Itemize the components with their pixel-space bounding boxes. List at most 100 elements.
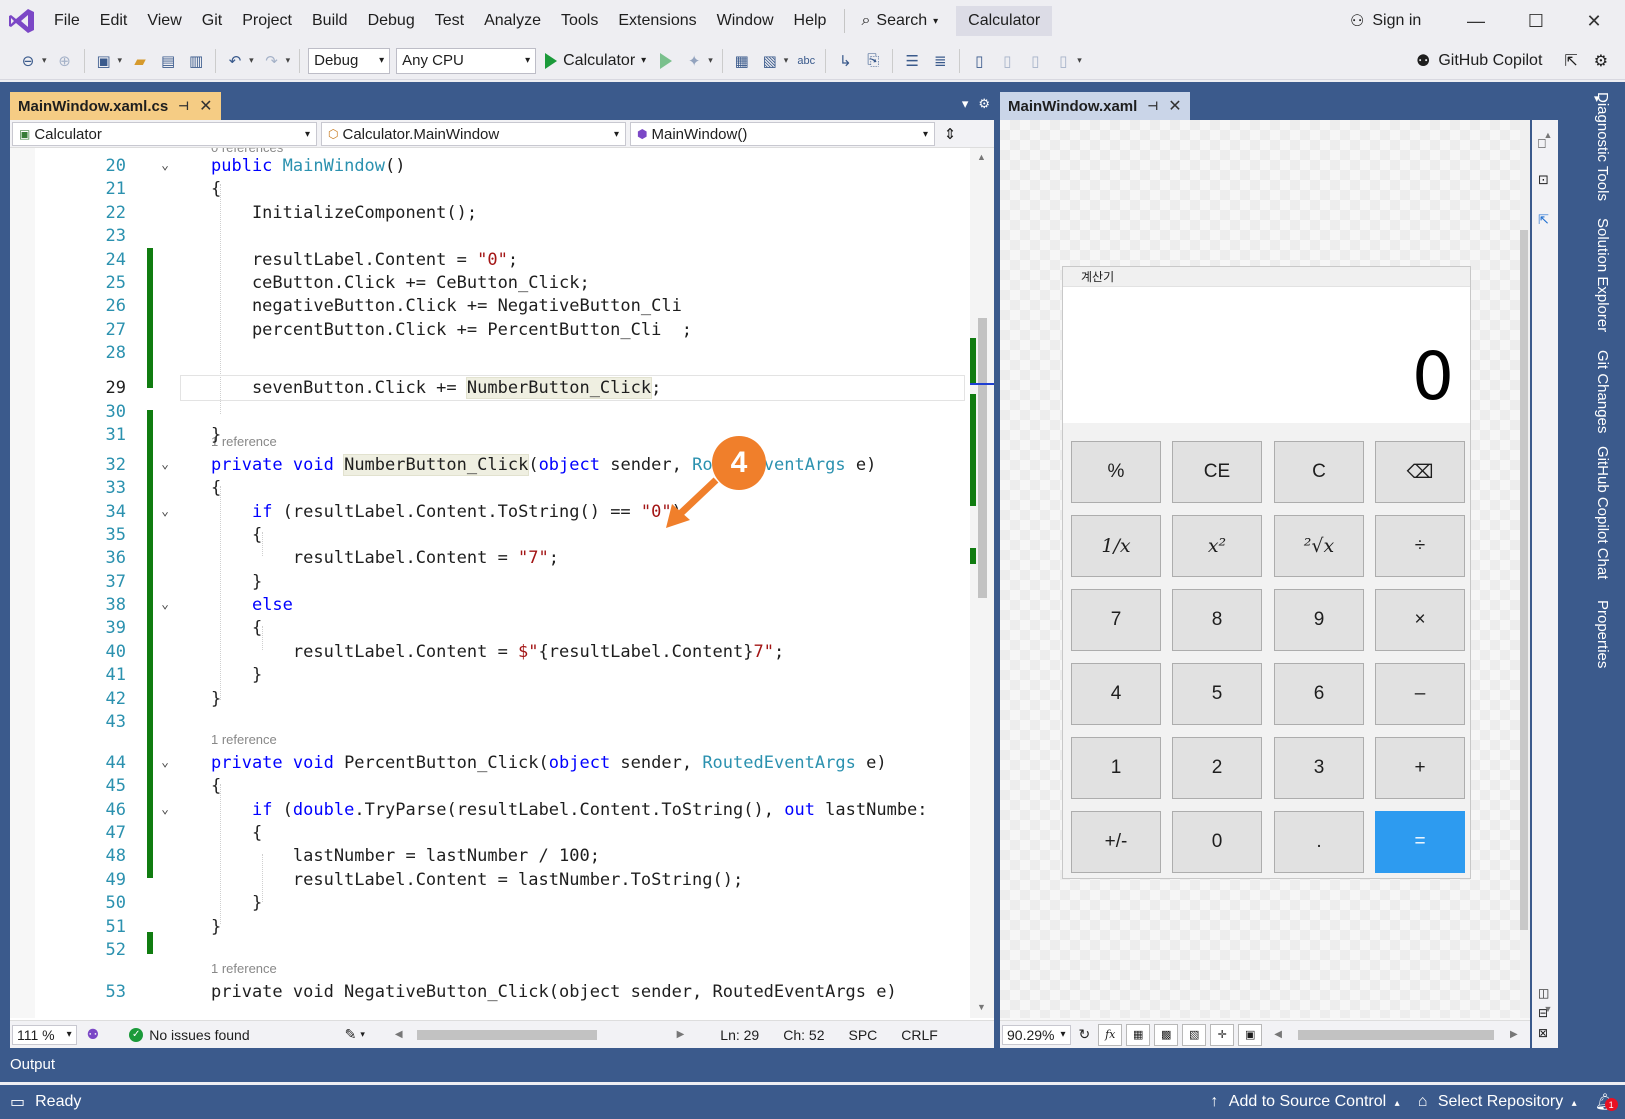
brush-icon[interactable]: ✎ xyxy=(345,1026,357,1043)
github-copilot-button[interactable]: ⚉ GitHub Copilot ⇱ ⚙ xyxy=(1416,42,1608,80)
column-indicator[interactable]: Ch: 52 xyxy=(783,1027,824,1043)
chevron-down-icon[interactable]: ▾ xyxy=(118,55,123,66)
tab-mainwindow-xaml-cs[interactable]: MainWindow.xaml.cs ⊣ ✕ xyxy=(10,92,221,120)
prev-bookmark-button[interactable]: ▯ xyxy=(993,47,1021,75)
layout-icon[interactable]: ⊡ xyxy=(1538,172,1549,188)
ce-button[interactable]: CE xyxy=(1172,441,1262,503)
collapse-icon[interactable]: ⌄ xyxy=(158,453,172,477)
solution-platform-select[interactable]: Any CPU ▾ xyxy=(396,47,537,74)
collapse-icon[interactable]: ⌄ xyxy=(158,500,172,524)
designer-scrollbar-thumb[interactable] xyxy=(1520,230,1528,930)
close-icon[interactable]: ✕ xyxy=(199,96,212,116)
gear-icon[interactable]: ⚙ xyxy=(978,96,990,112)
layout-button[interactable]: ▧ xyxy=(756,47,784,75)
chevron-down-icon[interactable]: ▾ xyxy=(1077,55,1082,66)
share-icon[interactable]: ⇱ xyxy=(1564,51,1577,71)
horizontal-scrollbar-thumb[interactable] xyxy=(416,1029,597,1040)
chevron-down-icon[interactable]: ▾ xyxy=(784,55,789,66)
tab-git-changes[interactable]: Git Changes xyxy=(1594,350,1611,433)
scroll-down-icon[interactable]: ▼ xyxy=(977,1002,986,1012)
solution-configuration-select[interactable]: Debug ▾ xyxy=(308,47,391,74)
chevron-down-icon[interactable]: ▾ xyxy=(708,55,713,66)
six-button[interactable]: 6 xyxy=(1274,663,1364,725)
menu-view[interactable]: View xyxy=(137,0,191,42)
bookmark-button[interactable]: ▯ xyxy=(965,47,993,75)
codelens-references[interactable]: 1 reference xyxy=(211,732,277,750)
square-button[interactable]: x² xyxy=(1172,515,1262,577)
forward-button[interactable]: ⊕ xyxy=(51,47,79,75)
sqrt-button[interactable]: ²√x xyxy=(1274,515,1364,577)
codelens-references[interactable]: 1 reference xyxy=(211,961,277,979)
close-window-button[interactable]: ✕ xyxy=(1565,0,1623,42)
line-indicator[interactable]: Ln: 29 xyxy=(720,1027,759,1043)
split-editor-button[interactable]: ⇕ xyxy=(937,120,963,147)
collapse-icon[interactable]: ⌄ xyxy=(158,593,172,617)
search-button[interactable]: ⌕ Search ▾ xyxy=(853,12,946,30)
scroll-left-icon[interactable]: ◀ xyxy=(395,1029,403,1040)
pin-icon[interactable]: ⊣ xyxy=(1147,99,1158,113)
editor-vertical-scrollbar[interactable]: ▲ ▼ xyxy=(970,148,994,1018)
popout-icon[interactable]: ⇱ xyxy=(1538,212,1549,228)
snap-lines-toggle[interactable]: ✛ xyxy=(1210,1023,1235,1046)
spell-check-button[interactable]: abc xyxy=(792,47,820,75)
save-button[interactable]: ▤ xyxy=(154,47,182,75)
zero-button[interactable]: 0 xyxy=(1172,811,1262,873)
scroll-up-icon[interactable]: ▲ xyxy=(977,152,986,162)
maximize-button[interactable]: ☐ xyxy=(1507,0,1565,42)
scrollbar-thumb[interactable] xyxy=(978,318,987,598)
step-button[interactable]: ↳ xyxy=(831,47,859,75)
close-icon[interactable]: ✕ xyxy=(1168,96,1181,116)
notifications-button[interactable]: 🔔︎ 1 xyxy=(1595,1092,1618,1112)
find-button[interactable]: ⎘ xyxy=(859,47,887,75)
comment-button[interactable]: ☰ xyxy=(898,47,926,75)
one-button[interactable]: 1 xyxy=(1071,737,1161,799)
zoom-select[interactable]: 111 % ▾ xyxy=(12,1024,77,1045)
clear-button[interactable]: C xyxy=(1274,441,1364,503)
tab-solution-explorer[interactable]: Solution Explorer xyxy=(1594,218,1611,332)
scroll-right-icon[interactable]: ▶ xyxy=(1510,1029,1518,1040)
start-without-debugging-button[interactable] xyxy=(652,47,680,75)
refresh-icon[interactable]: ↻ xyxy=(1079,1026,1091,1043)
designer-zoom-select[interactable]: 90.29% ▾ xyxy=(1002,1024,1071,1045)
collapse-icon[interactable]: ⌄ xyxy=(158,751,172,775)
output-tab[interactable]: Output xyxy=(0,1050,1590,1080)
negate-button[interactable]: +/- xyxy=(1071,811,1161,873)
hot-reload-button[interactable]: ✦ xyxy=(680,47,708,75)
next-bookmark-button[interactable]: ▯ xyxy=(1021,47,1049,75)
minimize-button[interactable]: — xyxy=(1447,0,1505,42)
percent-button[interactable]: % xyxy=(1071,441,1161,503)
select-repository-button[interactable]: ⌂ Select Repository ▴ xyxy=(1418,1093,1577,1111)
two-button[interactable]: 2 xyxy=(1172,737,1262,799)
menu-project[interactable]: Project xyxy=(232,0,302,42)
calculator-window-preview[interactable]: 계산기 0 % CE C ⌫ 1/x x² ²√x ÷ 7 8 9 × 4 5 … xyxy=(1062,266,1471,879)
seven-button[interactable]: 7 xyxy=(1071,589,1161,651)
uncomment-button[interactable]: ≣ xyxy=(926,47,954,75)
issues-status[interactable]: No issues found xyxy=(149,1027,249,1043)
back-button[interactable]: ⊖ xyxy=(14,47,42,75)
reciprocal-button[interactable]: 1/x xyxy=(1071,515,1161,577)
menu-extensions[interactable]: Extensions xyxy=(608,0,706,42)
snap-grid-toggle[interactable]: ▩ xyxy=(1154,1023,1179,1046)
effects-toggle[interactable]: fx xyxy=(1098,1023,1123,1046)
menu-build[interactable]: Build xyxy=(302,0,358,42)
menu-debug[interactable]: Debug xyxy=(358,0,425,42)
multiply-button[interactable]: × xyxy=(1375,589,1465,651)
browse-folder-button[interactable]: ▦ xyxy=(728,47,756,75)
menu-file[interactable]: File xyxy=(44,0,90,42)
collapse-icon[interactable]: ⌄ xyxy=(158,154,172,178)
menu-edit[interactable]: Edit xyxy=(90,0,138,42)
copilot-status-icon[interactable]: ⚉ xyxy=(87,1026,100,1043)
three-button[interactable]: 3 xyxy=(1274,737,1364,799)
start-debugging-button[interactable]: Calculator ▾ xyxy=(539,52,652,70)
split-vertical-icon[interactable]: ◫ xyxy=(1538,986,1549,1000)
scroll-left-icon[interactable]: ◀ xyxy=(1274,1029,1282,1040)
add-to-source-control-button[interactable]: ↑ Add to Source Control ▴ xyxy=(1210,1093,1399,1111)
chevron-down-icon[interactable]: ▾ xyxy=(42,55,47,66)
divide-button[interactable]: ÷ xyxy=(1375,515,1465,577)
scroll-down-icon[interactable]: ▼ xyxy=(1536,1004,1560,1014)
menu-help[interactable]: Help xyxy=(784,0,837,42)
tab-diagnostic-tools[interactable]: Diagnostic Tools xyxy=(1594,92,1611,201)
menu-tools[interactable]: Tools xyxy=(551,0,608,42)
menu-analyze[interactable]: Analyze xyxy=(474,0,551,42)
collapse-pane-icon[interactable]: ⊠ xyxy=(1538,1026,1548,1040)
